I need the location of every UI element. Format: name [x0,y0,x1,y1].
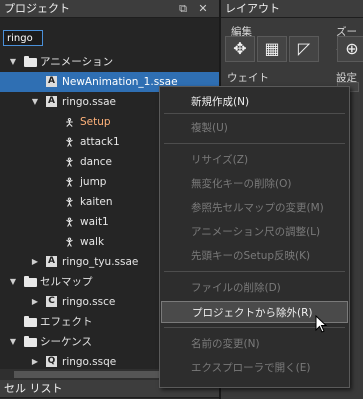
context-menu-item[interactable]: 参照先セルマップの変更(M) [161,197,348,219]
expand-arrow-icon[interactable]: ▼ [8,52,18,72]
cell-list-title: セル リスト [4,382,63,395]
running-figure-icon: 🯆 [64,176,75,189]
context-menu: 新規作成(N) 複製(U) リサイズ(Z) 無変化キーの削除(O) 参照先セルマップの変… [159,86,350,388]
menu-separator [164,271,345,272]
tree-item[interactable]: ▼ アニメーション [0,52,219,72]
layout-panel-title: レイアウト [225,2,280,15]
close-icon[interactable]: ✕ [196,0,210,18]
project-panel-header: プロジェクト ⧉ ✕ [0,0,219,18]
collapse-arrow-icon[interactable]: ▶ [30,252,40,272]
context-menu-item[interactable]: リサイズ(Z) [161,149,348,171]
context-menu-item[interactable]: エクスプローラで開く(E) [161,357,348,379]
expand-arrow-icon[interactable]: ▼ [8,272,18,292]
zoom-tool-button[interactable]: ⊕ [337,36,363,62]
tree-item-label: ringo_tyu.ssae [62,256,139,268]
folder-icon [24,316,37,327]
tree-item-label: アニメーション [40,56,114,68]
move-tool-button[interactable]: ✥ [225,36,255,62]
running-figure-icon: 🯆 [64,196,75,209]
running-figure-icon: 🯆 [64,156,75,169]
animation-file-icon: A [46,76,57,87]
expand-arrow-icon[interactable]: ▼ [8,332,18,352]
tree-item-label: エフェクト [40,316,93,328]
folder-icon [24,276,37,287]
tree-item-label: attack1 [80,136,120,148]
menu-separator [164,113,345,114]
tree-item-label: wait1 [80,216,109,228]
tree-item-label: ringo.ssce [62,296,116,308]
context-menu-item[interactable]: アニメーション尺の調整(L) [161,221,348,243]
context-menu-item[interactable]: 複製(U) [161,117,348,139]
tree-item-label: kaiten [80,196,113,208]
folder-icon [24,56,37,67]
collapse-arrow-icon[interactable]: ▶ [30,292,40,312]
context-menu-item[interactable]: 新規作成(N) [161,91,348,113]
context-menu-item[interactable]: 先頭キーのSetup反映(K) [161,245,348,267]
tree-item-label: ringo.ssae [62,96,116,108]
context-menu-item[interactable]: 無変化キーの削除(O) [161,173,348,195]
sequence-file-icon: Q [46,356,57,367]
tree-item-label: セルマップ [40,276,93,288]
expand-arrow-icon[interactable]: ▼ [30,92,40,112]
menu-separator [164,143,345,144]
float-icon[interactable]: ⧉ [176,0,190,18]
tree-item-label: シーケンス [40,336,92,348]
mesh-tool-button[interactable]: ▦ [257,36,287,62]
animation-file-icon: A [46,96,57,107]
search-input[interactable] [3,30,43,46]
project-panel-title: プロジェクト [4,2,70,15]
figure-icon: 🯅 [64,116,75,129]
animation-file-icon: A [46,256,57,267]
cellmap-file-icon: C [46,296,57,307]
folder-icon [24,336,37,347]
pen-tool-button[interactable]: ◸ [289,36,319,62]
tree-item-label: dance [80,156,112,168]
mouse-cursor-icon [315,315,327,333]
context-menu-item[interactable]: ファイルの削除(D) [161,277,348,299]
layout-panel-header: レイアウト [221,0,363,18]
tree-item-label: walk [80,236,105,248]
tree-item-label: Setup [80,116,111,128]
running-figure-icon: 🯆 [64,216,75,229]
weight-group-label: ウェイト [227,72,269,84]
running-figure-icon: 🯆 [64,136,75,149]
context-menu-item[interactable]: 名前の変更(N) [161,333,348,355]
tree-item-label: jump [80,176,107,188]
running-figure-icon: 🯆 [64,236,75,249]
